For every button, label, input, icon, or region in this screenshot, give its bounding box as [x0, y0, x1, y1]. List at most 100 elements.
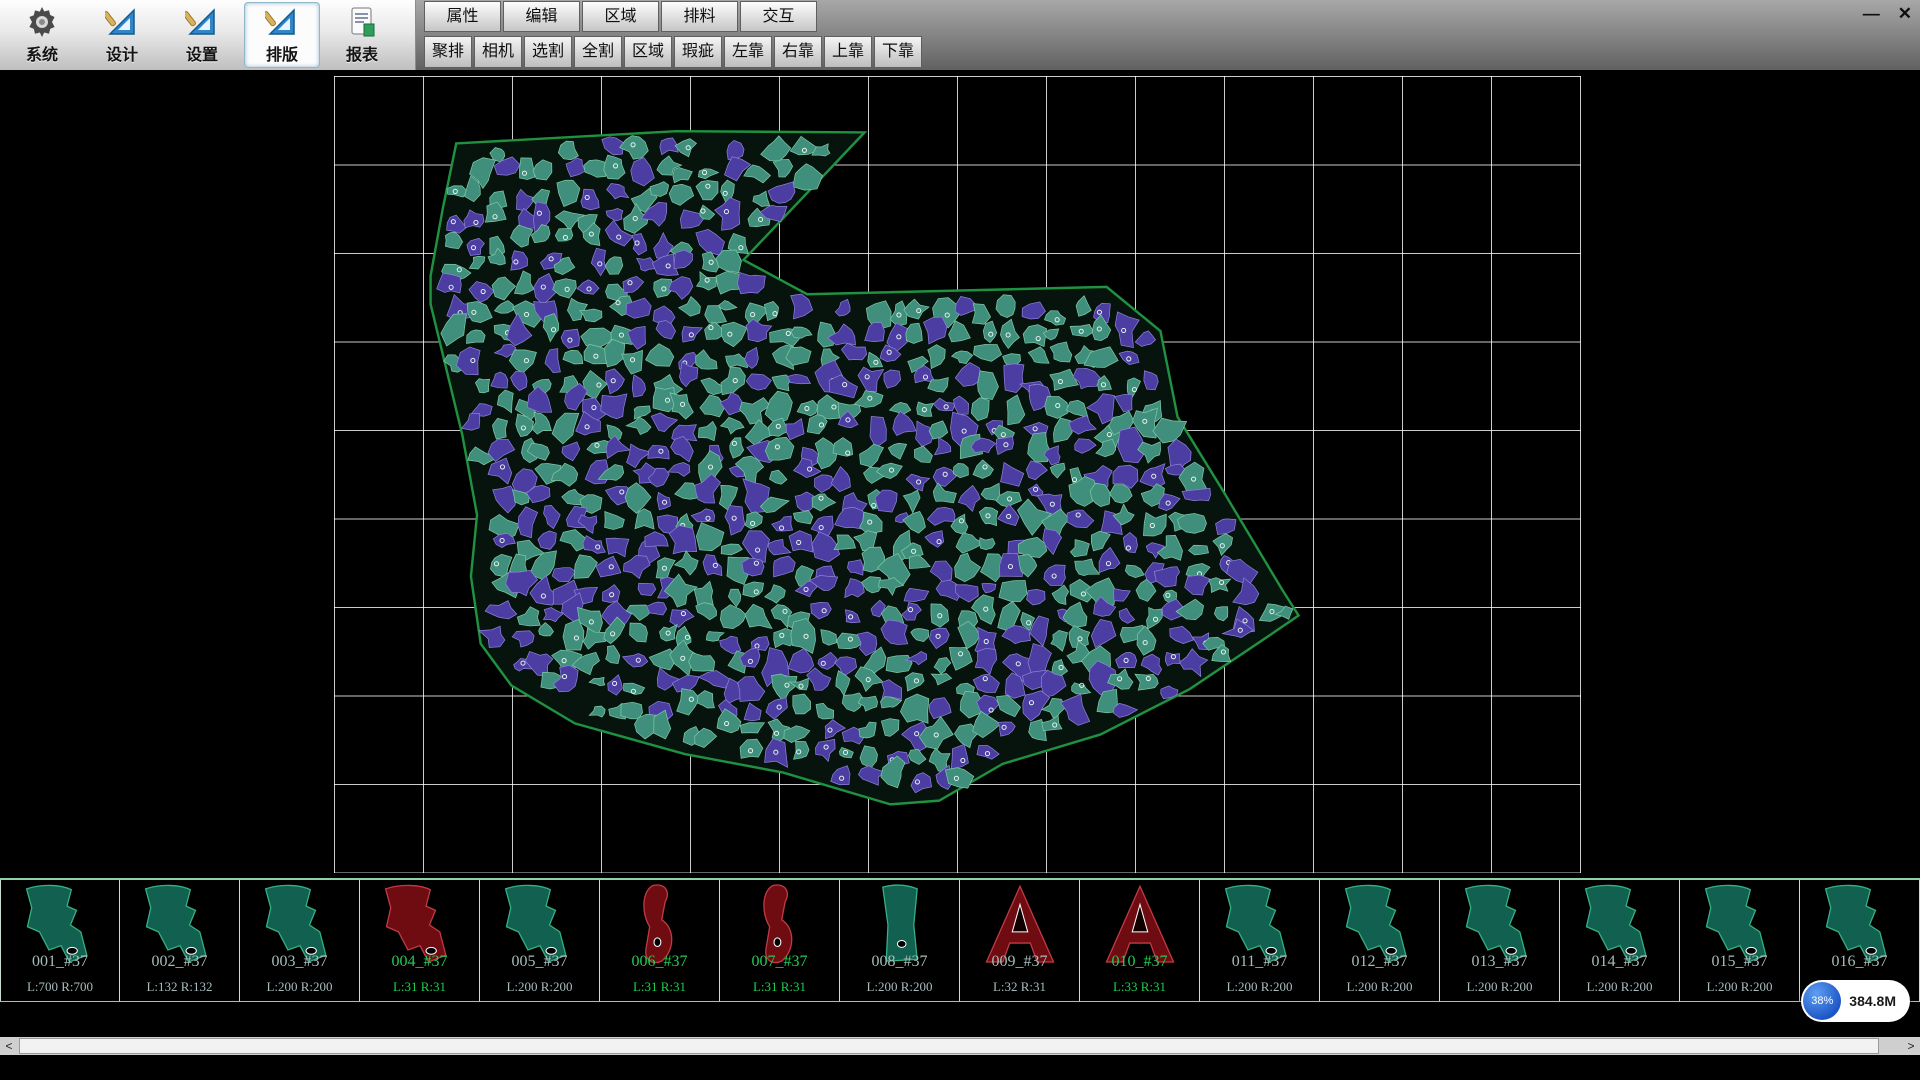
toolbar-label: 设计 [106, 41, 138, 65]
window-controls: — ✕ [1863, 2, 1912, 26]
part-sizes: L:31 R:31 [600, 979, 719, 995]
part-sizes: L:200 R:200 [1200, 979, 1319, 995]
toolbar-label: 报表 [346, 41, 378, 65]
part-name: 009_#37 [960, 953, 1079, 971]
button-align-bottom[interactable]: 下靠 [874, 36, 922, 68]
part-name: 002_#37 [120, 953, 239, 971]
part-thumbnail[interactable]: 004_#37 L:31 R:31 [360, 880, 480, 1001]
part-thumbnail[interactable]: 010_#37 L:33 R:31 [1080, 880, 1200, 1001]
nest-piece[interactable] [653, 387, 675, 411]
tab-nesting[interactable]: 排料 [661, 1, 738, 32]
part-name: 004_#37 [360, 953, 479, 971]
tab-edit[interactable]: 编辑 [503, 1, 580, 32]
part-name: 014_#37 [1560, 953, 1679, 971]
button-cut-all[interactable]: 全割 [574, 36, 622, 68]
part-thumbnail[interactable]: 014_#37 L:200 R:200 [1560, 880, 1680, 1001]
toolbar-label: 系统 [26, 41, 58, 65]
nest-piece[interactable] [648, 445, 669, 459]
part-sizes: L:700 R:700 [1, 979, 119, 995]
part-thumbnail[interactable]: 013_#37 L:200 R:200 [1440, 880, 1560, 1001]
part-thumbnail[interactable]: 011_#37 L:200 R:200 [1200, 880, 1320, 1001]
part-name: 015_#37 [1680, 953, 1799, 971]
nest-svg[interactable] [334, 76, 1581, 873]
part-name: 001_#37 [1, 953, 119, 971]
parts-strip: 001_#37 L:700 R:700 002_#37 L:132 R:132 … [0, 878, 1920, 1002]
set-square-icon [185, 5, 219, 39]
part-sizes: L:200 R:200 [240, 979, 359, 995]
part-name: 013_#37 [1440, 953, 1559, 971]
scroll-right-arrow[interactable]: > [1902, 1037, 1920, 1055]
part-sizes: L:31 R:31 [720, 979, 839, 995]
part-shape [764, 885, 792, 962]
nest-piece[interactable] [999, 580, 1027, 601]
part-sizes: L:200 R:200 [1320, 979, 1439, 995]
set-square-icon [105, 5, 139, 39]
part-hole [897, 940, 906, 947]
button-align-left[interactable]: 左靠 [724, 36, 772, 68]
scroll-left-arrow[interactable]: < [0, 1037, 18, 1055]
part-thumbnail[interactable]: 015_#37 L:200 R:200 [1680, 880, 1800, 1001]
part-name: 012_#37 [1320, 953, 1439, 971]
toolbar-label: 设置 [186, 41, 218, 65]
part-sizes: L:200 R:200 [1560, 979, 1679, 995]
part-thumbnail[interactable]: 005_#37 L:200 R:200 [480, 880, 600, 1001]
nest-piece[interactable] [689, 653, 715, 671]
nest-piece[interactable] [621, 702, 643, 719]
part-sizes: L:200 R:200 [480, 979, 599, 995]
part-thumbnail[interactable]: 002_#37 L:132 R:132 [120, 880, 240, 1001]
part-thumbnail[interactable]: 008_#37 L:200 R:200 [840, 880, 960, 1001]
button-defect[interactable]: 瑕疵 [674, 36, 722, 68]
part-thumbnail[interactable]: 007_#37 L:31 R:31 [720, 880, 840, 1001]
gear-icon [25, 5, 59, 39]
toolbar-label: 排版 [266, 41, 298, 65]
button-align-top[interactable]: 上靠 [824, 36, 872, 68]
nest-piece[interactable] [917, 402, 934, 416]
nest-piece[interactable] [742, 558, 764, 576]
part-name: 008_#37 [840, 953, 959, 971]
progress-circle: 38% [1803, 982, 1841, 1020]
part-name: 016_#37 [1800, 953, 1919, 971]
part-sizes: L:200 R:200 [1680, 979, 1799, 995]
part-name: 005_#37 [480, 953, 599, 971]
button-cluster-nest[interactable]: 聚排 [424, 36, 472, 68]
part-name: 010_#37 [1080, 953, 1199, 971]
part-sizes: L:200 R:200 [840, 979, 959, 995]
toolbar-button-nesting[interactable]: 排版 [244, 2, 320, 68]
memory-usage: 384.8M [1849, 993, 1896, 1009]
part-thumbnail[interactable]: 001_#37 L:700 R:700 [0, 880, 120, 1001]
progress-indicator: 38% 384.8M [1801, 980, 1910, 1022]
part-sizes: L:31 R:31 [360, 979, 479, 995]
toolbar-button-design[interactable]: 设计 [84, 2, 160, 68]
button-select-cut[interactable]: 选割 [524, 36, 572, 68]
toolbar-button-settings[interactable]: 设置 [164, 2, 240, 68]
part-sizes: L:32 R:31 [960, 979, 1079, 995]
button-camera[interactable]: 相机 [474, 36, 522, 68]
part-name: 003_#37 [240, 953, 359, 971]
part-sizes: L:200 R:200 [1440, 979, 1559, 995]
tab-interactive[interactable]: 交互 [740, 1, 817, 32]
button-align-right[interactable]: 右靠 [774, 36, 822, 68]
menu-button-row: 聚排 相机 选割 全割 区域 瑕疵 左靠 右靠 上靠 下靠 [424, 36, 922, 68]
part-name: 011_#37 [1200, 953, 1319, 971]
part-thumbnail[interactable]: 003_#37 L:200 R:200 [240, 880, 360, 1001]
horizontal-scrollbar[interactable]: < > [0, 1037, 1920, 1055]
close-button[interactable]: ✕ [1898, 2, 1912, 26]
part-thumbnail[interactable]: 006_#37 L:31 R:31 [600, 880, 720, 1001]
menu-tab-row: 属性 编辑 区域 排料 交互 [424, 1, 817, 32]
nest-piece[interactable] [886, 655, 912, 672]
tab-properties[interactable]: 属性 [424, 1, 501, 32]
toolbar-button-system[interactable]: 系统 [4, 2, 80, 68]
set-square-icon [265, 5, 299, 39]
nesting-canvas[interactable] [0, 70, 1920, 878]
part-thumbnail[interactable]: 012_#37 L:200 R:200 [1320, 880, 1440, 1001]
minimize-button[interactable]: — [1863, 2, 1880, 26]
part-thumbnail[interactable]: 009_#37 L:32 R:31 [960, 880, 1080, 1001]
scrollbar-thumb[interactable] [19, 1038, 1879, 1054]
button-region[interactable]: 区域 [624, 36, 672, 68]
part-sizes: L:33 R:31 [1080, 979, 1199, 995]
toolbar-button-report[interactable]: 报表 [324, 2, 400, 68]
part-hole [774, 938, 781, 947]
part-name: 006_#37 [600, 953, 719, 971]
part-hole [654, 938, 661, 947]
tab-region[interactable]: 区域 [582, 1, 659, 32]
